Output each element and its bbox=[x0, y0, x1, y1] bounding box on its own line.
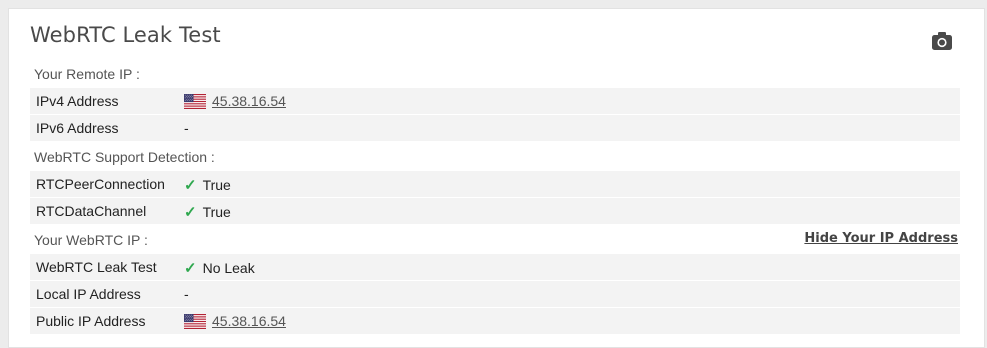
status-text: True bbox=[202, 177, 231, 193]
check-icon: ✓ bbox=[184, 204, 197, 221]
row-key: Public IP Address bbox=[36, 313, 146, 329]
table-row: IPv4 Address 45.38.16.54 bbox=[30, 88, 960, 114]
camera-icon[interactable] bbox=[931, 31, 953, 51]
row-key: IPv6 Address bbox=[36, 120, 119, 136]
row-value: 45.38.16.54 bbox=[184, 93, 286, 109]
status-text: True bbox=[202, 204, 231, 220]
us-flag-icon bbox=[184, 314, 206, 329]
ipv4-address-link[interactable]: 45.38.16.54 bbox=[212, 93, 286, 109]
table-row: Local IP Address - bbox=[30, 281, 960, 307]
table-row: IPv6 Address - bbox=[30, 115, 960, 141]
row-key: IPv4 Address bbox=[36, 93, 119, 109]
row-value: 45.38.16.54 bbox=[184, 313, 286, 329]
row-key: WebRTC Leak Test bbox=[36, 259, 157, 275]
row-value: ✓ True bbox=[184, 176, 231, 194]
row-key: Local IP Address bbox=[36, 286, 141, 302]
row-key: RTCPeerConnection bbox=[36, 176, 165, 192]
table-row: Public IP Address 45.38.16.54 bbox=[30, 308, 960, 334]
webrtc-leak-test-card: WebRTC Leak Test Your Remote IP : IPv4 A… bbox=[8, 8, 985, 348]
row-key: RTCDataChannel bbox=[36, 203, 147, 219]
row-value: ✓ No Leak bbox=[184, 259, 255, 277]
us-flag-icon bbox=[184, 94, 206, 109]
status-text: No Leak bbox=[202, 260, 255, 276]
check-icon: ✓ bbox=[184, 177, 197, 194]
table-row: RTCDataChannel ✓ True bbox=[30, 198, 960, 224]
row-value: - bbox=[184, 286, 189, 302]
section-label-support: WebRTC Support Detection : bbox=[34, 149, 215, 165]
public-ip-address-link[interactable]: 45.38.16.54 bbox=[212, 313, 286, 329]
row-value: - bbox=[184, 120, 189, 136]
row-value: ✓ True bbox=[184, 203, 231, 221]
table-row: RTCPeerConnection ✓ True bbox=[30, 171, 960, 197]
table-row: WebRTC Leak Test ✓ No Leak bbox=[30, 254, 960, 280]
card-title: WebRTC Leak Test bbox=[30, 23, 221, 47]
check-icon: ✓ bbox=[184, 260, 197, 277]
hide-ip-address-link[interactable]: Hide Your IP Address bbox=[804, 231, 958, 246]
section-label-webrtc-ip: Your WebRTC IP : bbox=[34, 232, 148, 248]
section-label-remote-ip: Your Remote IP : bbox=[34, 66, 140, 82]
